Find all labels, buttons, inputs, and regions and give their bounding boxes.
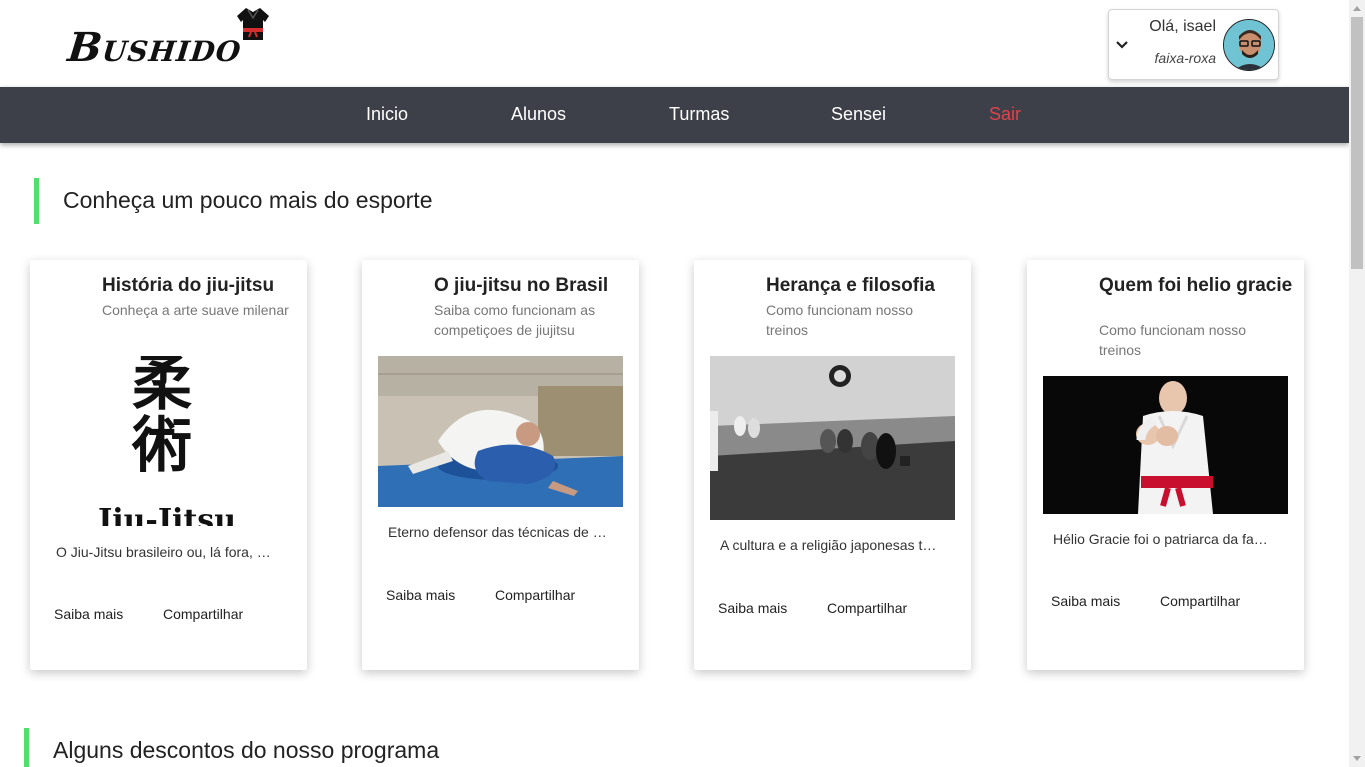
card-title: Quem foi helio gracie [1099, 275, 1293, 296]
header: Bushido Olá, isael faixa-roxa [0, 0, 1349, 87]
saiba-mais-button[interactable]: Saiba mais [54, 606, 123, 622]
kanji-glyph: 柔 [132, 356, 192, 419]
card-image-kanji: 柔 術 Jiu-Jitsu [46, 356, 291, 526]
compartilhar-button[interactable]: Compartilhar [163, 606, 243, 622]
section-title-discounts: Alguns descontos do nosso programa [53, 737, 440, 763]
card-subtitle: Como funcionam nosso treinos [1099, 322, 1247, 358]
card-subtitle: Como funcionam nosso treinos [766, 302, 914, 338]
scroll-down-arrow-icon[interactable] [1353, 756, 1361, 761]
compartilhar-button[interactable]: Compartilhar [495, 587, 575, 603]
scroll-thumb[interactable] [1351, 17, 1363, 269]
card-image-dojo [710, 356, 955, 520]
user-greeting: Olá, isael [1149, 18, 1216, 35]
user-belt: faixa-roxa [1154, 50, 1216, 66]
bushido-logo[interactable]: Bushido [65, 6, 273, 71]
scroll-up-arrow-icon[interactable] [1353, 6, 1361, 11]
compartilhar-button[interactable]: Compartilhar [1160, 593, 1240, 609]
card-helio: Quem foi helio gracie Como funcionam nos… [1027, 260, 1304, 670]
image-caption: Jiu-Jitsu [98, 503, 237, 527]
card-text: O Jiu-Jitsu brasileiro ou, lá fora, o BJ… [56, 544, 278, 560]
nav-alunos[interactable]: Alunos [511, 104, 566, 125]
card-subtitle: Saiba como funcionam as competiçoes de j… [434, 302, 596, 338]
nav-turmas[interactable]: Turmas [669, 104, 729, 125]
card-heranca: Herança e filosofia Como funcionam nosso… [694, 260, 971, 670]
section-accent-bar [34, 178, 39, 224]
compartilhar-button[interactable]: Compartilhar [827, 600, 907, 616]
section-accent-bar [24, 728, 29, 767]
card-title: História do jiu-jitsu [102, 275, 275, 296]
saiba-mais-button[interactable]: Saiba mais [718, 600, 787, 616]
card-brasil: O jiu-jitsu no Brasil Saiba como funcion… [362, 260, 639, 670]
section-title-sport: Conheça um pouco mais do esporte [63, 187, 433, 213]
nav-sair[interactable]: Sair [989, 104, 1021, 125]
saiba-mais-button[interactable]: Saiba mais [1051, 593, 1120, 609]
nav-inicio[interactable]: Inicio [366, 104, 408, 125]
user-menu[interactable]: Olá, isael faixa-roxa [1108, 9, 1279, 80]
vertical-scrollbar[interactable] [1349, 0, 1365, 767]
kimono-icon [237, 8, 269, 40]
card-text: A cultura e a religião japonesas tornara… [720, 537, 942, 553]
card-text: Hélio Gracie foi o patriarca da família … [1053, 531, 1275, 547]
card-title: Herança e filosofia [766, 275, 935, 296]
chevron-down-icon[interactable] [1115, 38, 1129, 52]
card-historia: História do jiu-jitsu Conheça a arte sua… [30, 260, 307, 670]
main-nav: Inicio Alunos Turmas Sensei Sair [0, 87, 1349, 143]
nav-sensei[interactable]: Sensei [831, 104, 886, 125]
kanji-glyph: 術 [132, 411, 192, 481]
card-text: Eterno defensor das técnicas de defesa p… [388, 524, 610, 540]
card-image-grappling [378, 356, 623, 507]
avatar[interactable] [1223, 19, 1275, 71]
card-subtitle: Conheça a arte suave milenar [102, 302, 289, 318]
card-title: O jiu-jitsu no Brasil [434, 275, 609, 296]
logo-text: Bushido [65, 24, 245, 71]
card-image-helio [1043, 376, 1288, 514]
saiba-mais-button[interactable]: Saiba mais [386, 587, 455, 603]
